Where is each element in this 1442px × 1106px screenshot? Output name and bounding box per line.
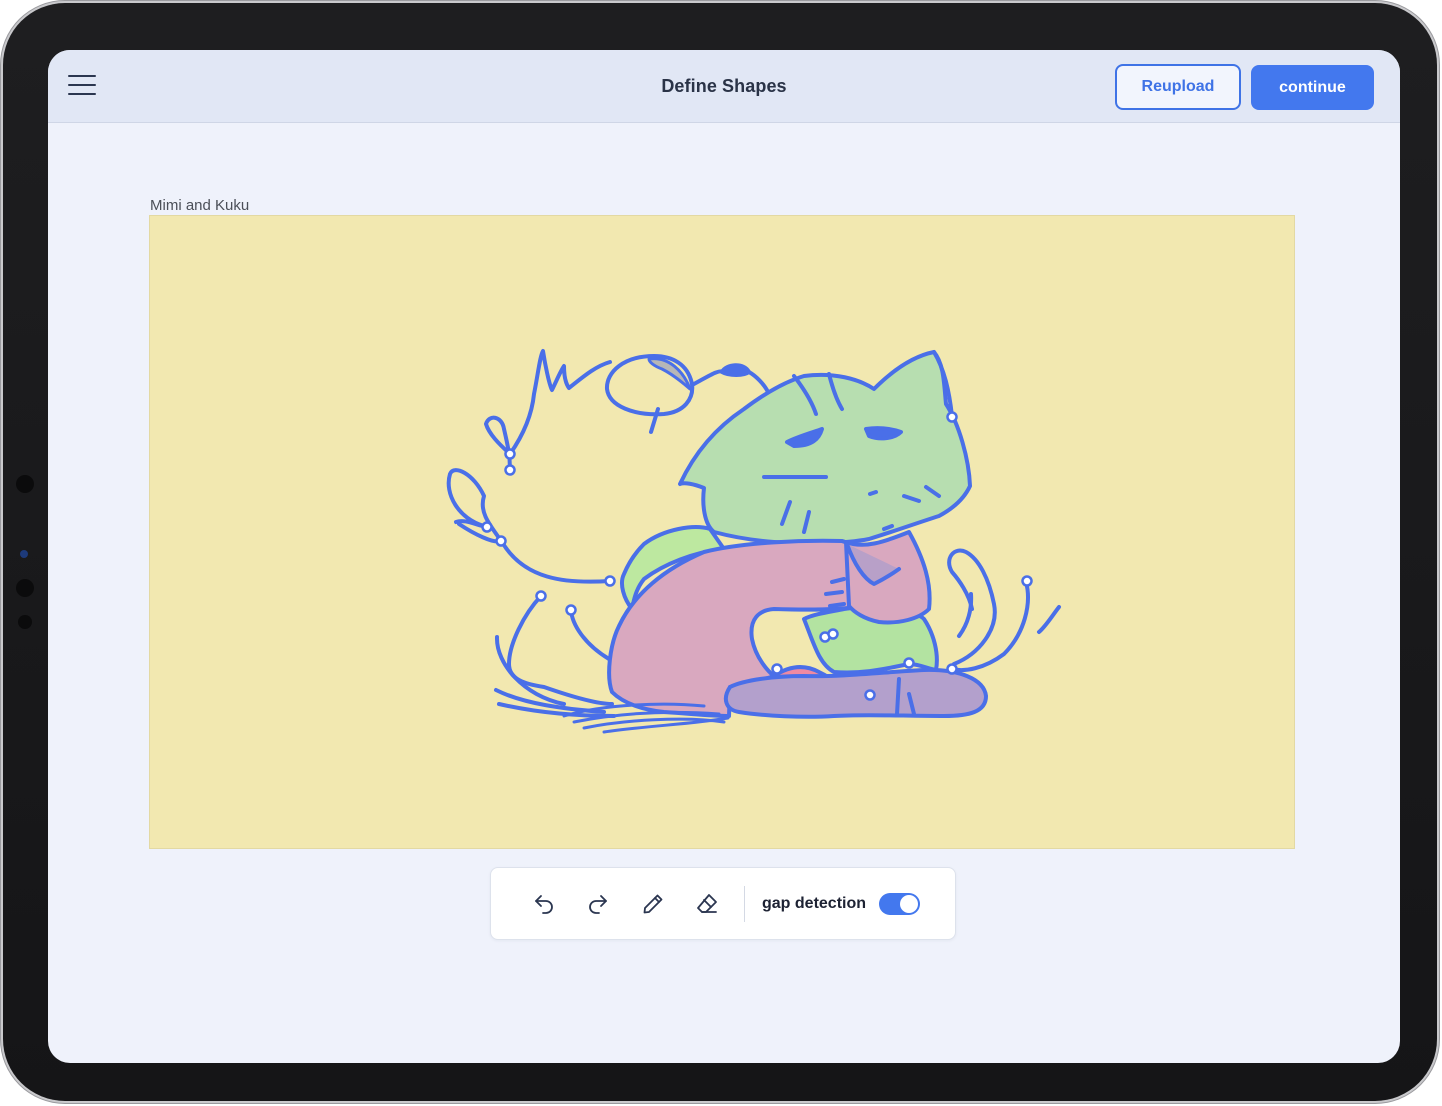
top-bar: Define Shapes Reupload continue [48, 50, 1400, 123]
drawing-canvas[interactable] [149, 215, 1295, 849]
app-screen: Define Shapes Reupload continue Mimi and… [48, 50, 1400, 1063]
purple-legs [723, 667, 988, 719]
canvas-title: Mimi and Kuku [150, 197, 250, 214]
drawing-toolbar: gap detection [490, 867, 956, 940]
side-sensor [16, 475, 34, 493]
redo-icon[interactable] [584, 890, 612, 918]
pencil-icon[interactable] [639, 890, 667, 918]
kuku-head [678, 350, 972, 546]
tablet-frame: Define Shapes Reupload continue Mimi and… [3, 3, 1437, 1101]
continue-button[interactable]: continue [1251, 65, 1374, 110]
gap-detection-label: gap detection [762, 895, 867, 912]
side-sensor-2 [16, 579, 34, 597]
eraser-icon[interactable] [693, 890, 721, 918]
tail-lines [947, 548, 1061, 673]
toolbar-divider [744, 886, 745, 922]
side-sensor-3 [18, 615, 32, 629]
toggle-knob [900, 895, 918, 913]
mimi-outline [446, 349, 616, 718]
drawing-artwork[interactable] [150, 216, 1296, 850]
side-camera [20, 550, 28, 558]
undo-icon[interactable] [530, 890, 558, 918]
gap-detection-toggle[interactable] [879, 893, 920, 915]
reupload-button[interactable]: Reupload [1115, 64, 1241, 110]
